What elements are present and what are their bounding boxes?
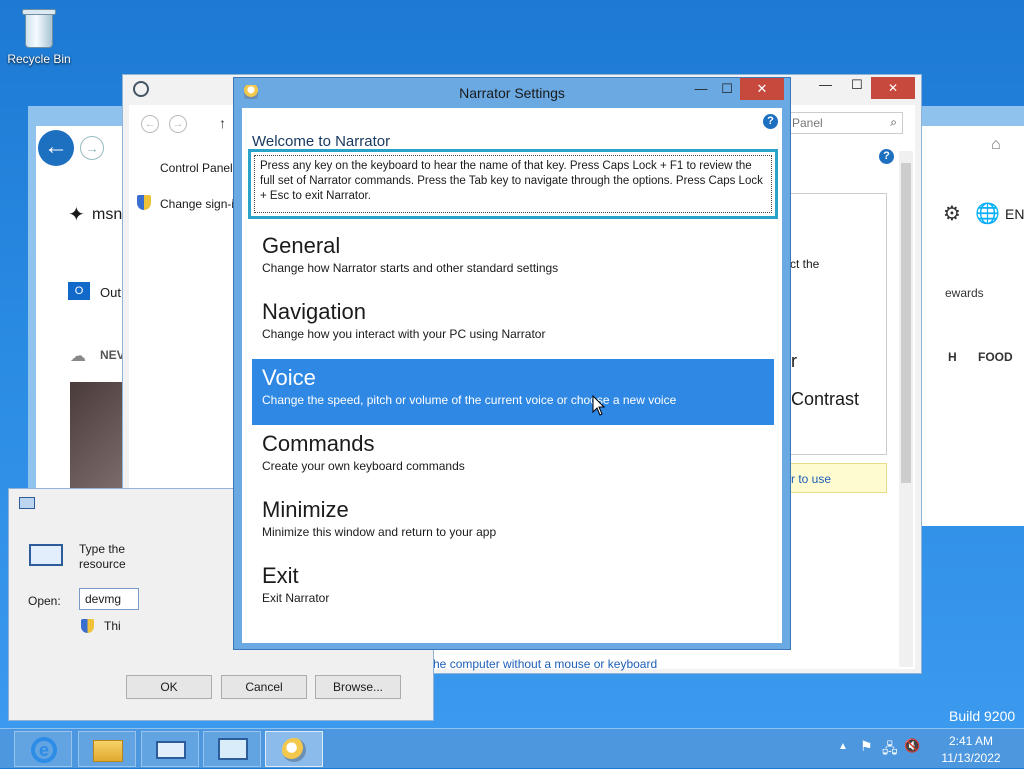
taskbar: e ▲ ⚑ 🖧 🔇 2:41 AM 11/13/2022 <box>0 728 1024 768</box>
menu-item-title: Minimize <box>262 497 349 522</box>
recycle-bin-label: Recycle Bin <box>7 52 71 66</box>
run-dialog-icon <box>29 544 63 566</box>
narrator-icon <box>282 738 306 762</box>
menu-item-minimize[interactable]: Minimize Minimize this window and return… <box>252 491 774 557</box>
clock-date[interactable]: 11/13/2022 <box>934 751 1008 765</box>
volume-muted-icon[interactable]: 🔇 <box>904 738 920 754</box>
menu-item-title: Exit <box>262 563 299 588</box>
cp-right-text-3[interactable]: Contrast <box>791 389 859 410</box>
menu-item-desc: Change how you interact with your PC usi… <box>262 327 546 341</box>
msn-label: msn <box>92 206 123 223</box>
settings-gear-icon[interactable]: ⚙ <box>943 201 961 226</box>
cp-bottom-link[interactable]: Use the computer without a mouse or keyb… <box>405 657 657 671</box>
outlook-label[interactable]: Out <box>100 285 121 300</box>
menu-item-desc: Exit Narrator <box>262 591 330 605</box>
action-center-flag-icon[interactable]: ⚑ <box>860 738 873 755</box>
back-button[interactable]: ← <box>38 130 74 166</box>
cp-back-button[interactable]: ← <box>141 115 159 133</box>
recycle-bin-icon <box>21 6 57 50</box>
narrator-client-area: ? Welcome to Narrator Press any key on t… <box>242 108 782 643</box>
run-open-input[interactable]: devmg <box>79 588 139 610</box>
welcome-heading: Welcome to Narrator <box>252 133 391 150</box>
cp-search-placeholder: Panel <box>792 116 823 130</box>
menu-item-commands[interactable]: Commands Create your own keyboard comman… <box>252 425 774 491</box>
nav-food-label[interactable]: FOOD <box>978 350 1013 364</box>
narrator-minimize-button[interactable]: — <box>689 78 713 100</box>
menu-item-title: General <box>262 233 341 258</box>
file-explorer-icon <box>93 740 123 762</box>
build-watermark: Build 9200 <box>949 708 1016 724</box>
run-shield-icon <box>81 619 94 633</box>
weather-icon: ☁ <box>70 348 86 365</box>
cp-forward-button[interactable]: → <box>169 115 187 133</box>
cp-minimize-button[interactable]: — <box>819 77 832 92</box>
news-label[interactable]: NEV <box>100 348 125 362</box>
menu-item-desc: Create your own keyboard commands <box>262 459 465 473</box>
system-tray: ▲ ⚑ 🖧 🔇 2:41 AM 11/13/2022 <box>826 729 1016 769</box>
shield-icon <box>137 195 151 210</box>
clock-time[interactable]: 2:41 AM <box>938 734 1004 748</box>
instructions-box[interactable]: Press any key on the keyboard to hear th… <box>248 149 778 219</box>
cp-close-button[interactable]: ✕ <box>871 77 915 99</box>
menu-item-title: Commands <box>262 431 375 456</box>
run-desc-line2: resource <box>79 557 126 571</box>
menu-item-desc: Change the speed, pitch or volume of the… <box>262 393 677 407</box>
menu-item-desc: Change how Narrator starts and other sta… <box>262 261 559 275</box>
run-open-value: devmg <box>85 592 122 606</box>
mouse-cursor-icon <box>592 395 606 416</box>
cp-right-panel <box>789 193 887 455</box>
run-title-icon <box>19 497 35 509</box>
menu-item-title: Voice <box>262 365 316 390</box>
rewards-label[interactable]: ewards <box>945 286 984 300</box>
forward-button[interactable]: → <box>80 136 104 160</box>
cp-right-link[interactable]: r to use <box>791 472 831 486</box>
taskbar-ie-button[interactable]: e <box>14 731 72 767</box>
globe-icon[interactable]: 🌐 <box>975 201 1000 226</box>
run-ok-button[interactable]: OK <box>126 675 212 699</box>
instructions-text: Press any key on the keyboard to hear th… <box>254 155 772 213</box>
msn-logo-icon: ✦ <box>68 204 85 226</box>
cp-change-signin-link[interactable]: Change sign-i <box>160 197 234 211</box>
narrator-settings-window: Narrator Settings — ☐ ✕ ? Welcome to Nar… <box>233 77 791 650</box>
menu-item-voice[interactable]: Voice Change the speed, pitch or volume … <box>252 359 774 425</box>
cp-right-text-2: r <box>791 351 797 371</box>
run-desc-line1: Type the <box>79 542 126 556</box>
internet-explorer-icon: e <box>31 737 57 763</box>
menu-item-navigation[interactable]: Navigation Change how you interact with … <box>252 293 774 359</box>
cp-search-box[interactable]: Panel ⌕ <box>787 112 903 134</box>
cp-app-icon <box>133 81 149 97</box>
taskbar-run-button[interactable] <box>141 731 199 767</box>
cp-maximize-button[interactable]: ☐ <box>851 77 863 93</box>
run-admin-note: Thi <box>104 619 121 633</box>
menu-item-general[interactable]: General Change how Narrator starts and o… <box>252 227 774 293</box>
taskbar-narrator-button[interactable] <box>265 731 323 767</box>
taskbar-explorer-button[interactable] <box>78 731 136 767</box>
narrator-help-icon[interactable]: ? <box>763 114 778 129</box>
show-hidden-icons-icon[interactable]: ▲ <box>838 741 848 752</box>
browser-home-icon[interactable]: ⌂ <box>991 136 1001 154</box>
narrator-close-button[interactable]: ✕ <box>740 78 784 100</box>
cp-breadcrumb[interactable]: Control Panel <box>160 161 233 175</box>
taskbar-control-panel-button[interactable] <box>203 731 261 767</box>
recycle-bin-shortcut[interactable]: Recycle Bin <box>4 4 74 66</box>
run-cancel-button[interactable]: Cancel <box>221 675 307 699</box>
cp-right-text-1: ct the <box>790 257 820 271</box>
narrator-maximize-button[interactable]: ☐ <box>715 78 739 100</box>
menu-item-desc: Minimize this window and return to your … <box>262 525 497 539</box>
nav-h-label[interactable]: H <box>948 350 957 364</box>
menu-item-title: Navigation <box>262 299 366 324</box>
control-panel-icon <box>218 738 248 760</box>
run-icon <box>156 741 186 759</box>
run-open-label: Open: <box>28 594 61 608</box>
language-label[interactable]: EN <box>1005 206 1024 222</box>
run-browse-button[interactable]: Browse... <box>315 675 401 699</box>
cp-up-button[interactable]: ↑ <box>219 115 226 131</box>
search-icon: ⌕ <box>890 115 897 129</box>
cp-help-icon[interactable]: ? <box>879 149 894 164</box>
menu-item-exit[interactable]: Exit Exit Narrator <box>252 557 774 623</box>
outlook-icon: O <box>68 282 90 300</box>
network-icon[interactable]: 🖧 <box>882 738 898 762</box>
cp-scrollbar[interactable] <box>899 151 913 667</box>
